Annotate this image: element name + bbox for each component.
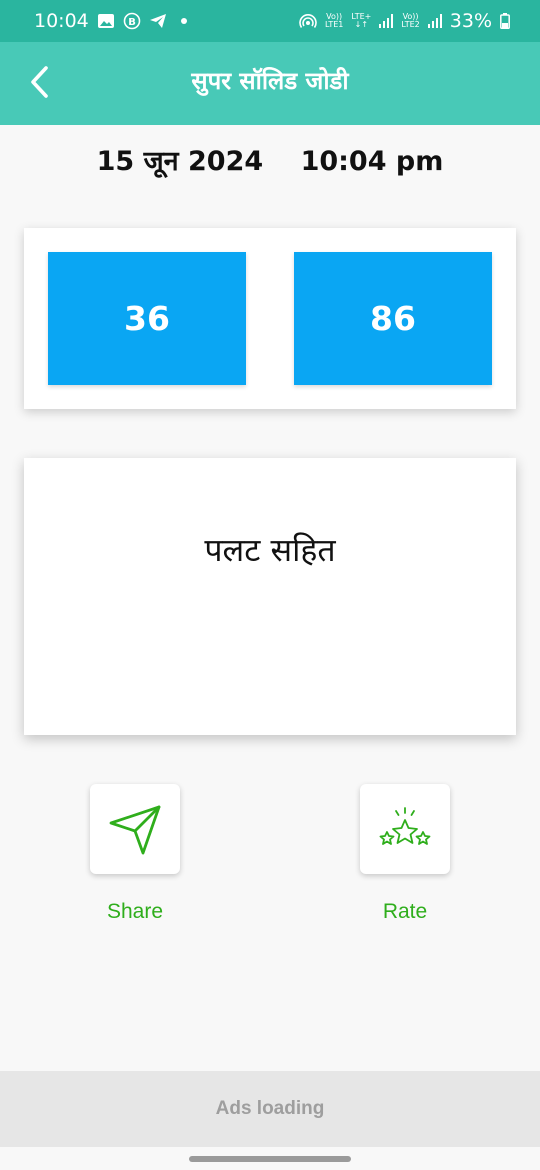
rate-button[interactable] — [360, 784, 450, 874]
date-time-header: 15 जून 2024 10:04 pm — [0, 141, 540, 178]
status-bar: 10:04 B Vo)) LTE1 LTE+ ↓↑ Vo)) LTE2 33% — [0, 0, 540, 42]
status-bar-right: Vo)) LTE1 LTE+ ↓↑ Vo)) LTE2 33% — [299, 10, 510, 32]
b-badge-icon: B — [123, 12, 141, 30]
image-icon — [97, 14, 114, 28]
battery-percent: 33% — [449, 10, 492, 32]
dot-icon — [180, 18, 187, 24]
signal-icon — [379, 14, 394, 28]
signal2-icon — [427, 14, 442, 28]
svg-text:B: B — [128, 17, 136, 28]
message-text: पलट सहित — [204, 531, 336, 569]
message-card: पलट सहित — [24, 458, 516, 735]
gesture-nav-handle[interactable] — [189, 1156, 351, 1162]
sim2-indicator: Vo)) LTE2 — [401, 13, 419, 29]
hotspot-icon — [299, 14, 317, 28]
sim2-label: LTE2 — [401, 20, 420, 29]
rate-label[interactable]: Rate — [330, 900, 480, 924]
ad-banner: Ads loading — [0, 1071, 540, 1147]
jodi-numbers-card: 36 86 — [24, 228, 516, 409]
status-bar-left: 10:04 B — [34, 10, 193, 32]
app-bar: सुपर सॉलिड जोडी — [0, 42, 540, 125]
stars-icon — [379, 807, 431, 845]
page-title: सुपर सॉलिड जोडी — [191, 67, 349, 95]
sim1-label: LTE1 — [324, 20, 344, 29]
sim1-indicator: Vo)) LTE1 — [325, 13, 343, 29]
result-time: 10:04 pm — [300, 146, 444, 177]
jodi-number-right: 86 — [294, 252, 492, 385]
send-icon — [109, 805, 161, 855]
jodi-number-left: 36 — [48, 252, 246, 385]
telegram-icon — [149, 14, 166, 28]
result-date: 15 जून 2024 — [96, 146, 264, 177]
status-time: 10:04 — [34, 10, 89, 32]
battery-icon — [500, 13, 510, 29]
ad-loading-text: Ads loading — [215, 1098, 325, 1119]
share-label[interactable]: Share — [60, 900, 210, 924]
lte-plus-indicator: LTE+ ↓↑ — [351, 12, 372, 29]
share-button[interactable] — [90, 784, 180, 874]
